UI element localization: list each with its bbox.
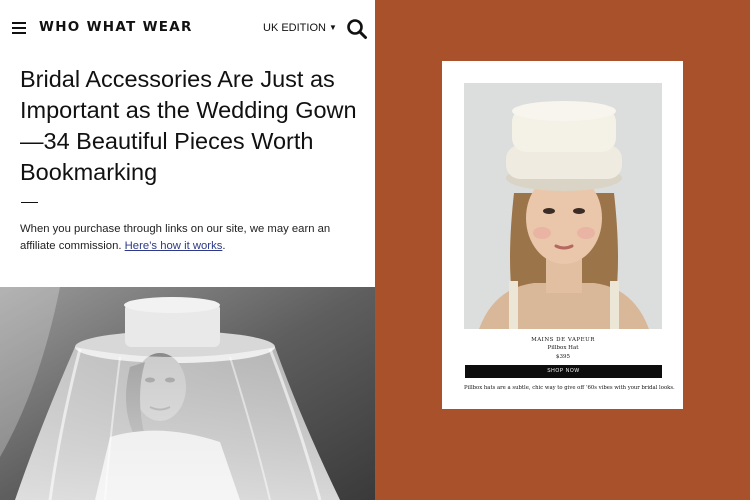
site-header: WHO WHAT WEAR UK EDITION ▼ xyxy=(0,0,375,58)
headline-divider xyxy=(21,202,38,203)
pillbox-hat-photo[interactable] xyxy=(464,83,662,329)
product-caption: Pillbox hats are a subtle, chic way to g… xyxy=(464,385,675,391)
affiliate-disclosure: When you purchase through links on our s… xyxy=(20,221,340,254)
article-column: WHO WHAT WEAR UK EDITION ▼ Bridal Accesso… xyxy=(0,0,375,500)
hamburger-menu-icon[interactable] xyxy=(12,22,26,34)
search-icon[interactable] xyxy=(346,18,368,40)
edition-label: UK EDITION xyxy=(263,22,326,34)
product-price: $395 xyxy=(556,354,570,360)
shop-now-button[interactable]: SHOP NOW xyxy=(465,365,662,378)
bridal-veil-photo xyxy=(0,287,375,500)
disclosure-end: . xyxy=(222,239,226,252)
caret-down-icon: ▼ xyxy=(328,23,337,32)
edition-selector[interactable]: UK EDITION ▼ xyxy=(263,22,337,34)
how-it-works-link[interactable]: Here’s how it works xyxy=(125,240,223,252)
product-brand: MAINS DE VAPEUR xyxy=(531,337,595,343)
product-name[interactable]: Pillbox Hat xyxy=(464,345,662,351)
article-headline: Bridal Accessories Are Just as Important… xyxy=(20,66,357,185)
site-logo[interactable]: WHO WHAT WEAR xyxy=(39,19,193,35)
